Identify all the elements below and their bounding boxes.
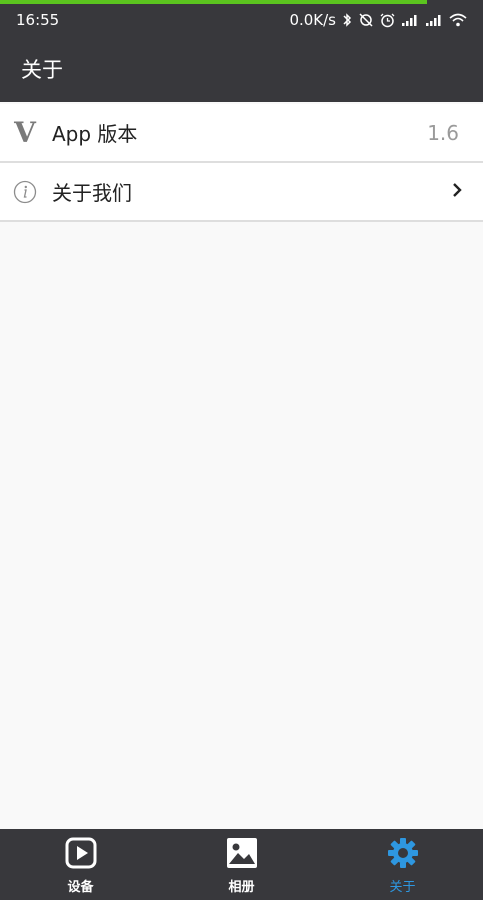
app-root: 16:55 0.0K/s 关于 V App 版本 1.6 关于我们 设备 相册 … (0, 0, 483, 900)
tab-album[interactable]: 相册 (161, 829, 322, 900)
signal-icon (401, 13, 419, 27)
list-item-app-version: V App 版本 1.6 (0, 104, 483, 163)
wifi-icon (449, 13, 467, 27)
version-v-icon: V (14, 115, 36, 149)
page-title: 关于 (21, 58, 63, 82)
image-icon (226, 837, 258, 873)
top-bar: 16:55 0.0K/s 关于 (0, 0, 483, 102)
play-icon (65, 837, 97, 873)
status-icons: 0.0K/s (289, 11, 467, 29)
bottom-tab-bar: 设备 相册 关于 (0, 829, 483, 900)
status-bar: 16:55 0.0K/s (0, 4, 483, 36)
gear-icon (387, 837, 419, 873)
list-item-about-us[interactable]: 关于我们 (0, 163, 483, 222)
list-item-label: 关于我们 (52, 181, 132, 205)
tab-about[interactable]: 关于 (322, 829, 483, 900)
tab-label: 设备 (67, 880, 94, 895)
settings-list: V App 版本 1.6 关于我们 (0, 104, 483, 222)
tab-devices[interactable]: 设备 (0, 829, 161, 900)
tab-label: 相册 (228, 880, 255, 895)
info-icon (12, 179, 38, 205)
bluetooth-icon (342, 13, 352, 27)
network-speed: 0.0K/s (289, 11, 336, 29)
list-item-label: App 版本 (52, 122, 138, 146)
app-version-value: 1.6 (427, 120, 459, 145)
tab-label: 关于 (389, 880, 416, 895)
signal-icon (425, 13, 443, 27)
status-time: 16:55 (16, 11, 60, 29)
chevron-right-icon (451, 181, 463, 203)
sync-off-icon (358, 13, 374, 27)
alarm-icon (380, 13, 395, 28)
